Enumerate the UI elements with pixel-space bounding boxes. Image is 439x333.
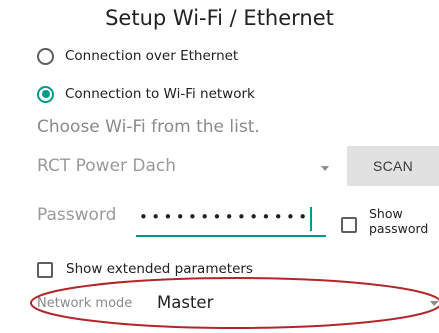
- annotation-ellipse: [30, 277, 439, 329]
- annotation-overlay: [30, 277, 439, 329]
